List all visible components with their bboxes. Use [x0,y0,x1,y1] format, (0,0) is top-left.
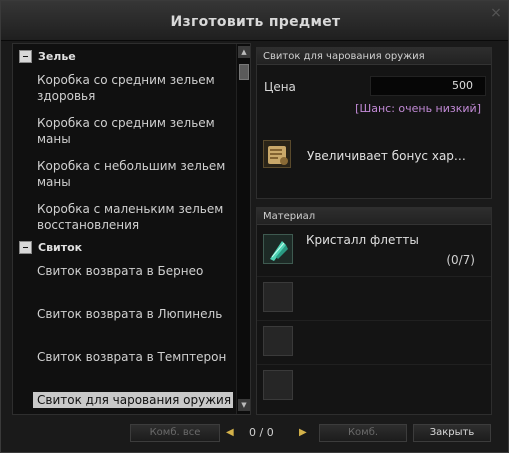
close-button[interactable]: Закрыть [413,424,491,442]
price-label: Цена [264,80,296,94]
success-chance: [Шанс: очень низкий] [355,102,481,115]
empty-material-slot [263,326,293,356]
group-header[interactable]: Зелье [19,48,76,64]
scroll-up-icon[interactable]: ▲ [238,46,250,58]
next-page-icon[interactable]: ▶ [299,428,309,438]
recipe-item[interactable]: Коробка с маленьким зельем восстановлени… [33,201,233,233]
material-count: (0/7) [446,253,475,267]
materials-panel: Материал Кристалл флетты (0/7) [256,207,492,415]
recipe-detail-header: Свиток для чарования оружия [257,48,491,65]
craft-window: Изготовить предмет × Зелье Коробка со сре… [0,0,509,453]
collapse-icon[interactable] [19,240,32,254]
scroll-down-icon[interactable]: ▼ [238,399,250,411]
group-label: Зелье [38,49,76,63]
row-divider [257,320,491,321]
price-value: 500 [370,76,486,96]
recipe-item[interactable]: Свиток возврата в Люпинель [33,306,233,322]
window-title: Изготовить предмет [170,14,341,30]
recipe-item[interactable]: Коробка со средним зельем здоровья [33,72,233,104]
scroll-thumb[interactable] [239,64,249,80]
recipe-list-items: Зелье Коробка со средним зельем здоровья К… [13,44,235,414]
group-label: Свиток [38,240,83,254]
row-divider [257,276,491,277]
group-header[interactable]: Свиток [19,239,82,255]
combine-button[interactable]: Комб. [319,424,407,442]
prev-page-icon[interactable]: ◀ [226,428,236,438]
recipe-item[interactable]: Свиток возврата в Бернео [33,263,233,279]
combine-all-button[interactable]: Комб. все [130,424,220,442]
recipe-detail-panel: Свиток для чарования оружия Цена 500 [Ша… [256,47,492,199]
recipe-list: Зелье Коробка со средним зельем здоровья К… [12,43,251,415]
materials-header: Материал [257,208,491,225]
recipe-item[interactable]: Коробка с небольшим зельем маны [33,158,233,190]
collapse-icon[interactable] [19,49,32,63]
material-name: Кристалл флетты [306,233,419,247]
recipe-item[interactable]: Свиток для чарования оружия [33,392,233,408]
page-indicator: 0 / 0 [249,426,274,439]
empty-material-slot [263,282,293,312]
crystal-icon[interactable] [263,234,293,264]
row-divider [257,364,491,365]
title-bar[interactable]: Изготовить предмет × [1,1,508,41]
scroll-icon[interactable] [263,140,291,168]
effect-text: Увеличивает бонус хар… [307,149,466,163]
recipe-item[interactable]: Коробка со средним зельем маны [33,115,233,147]
recipe-item[interactable]: Свиток возврата в Темптерон [33,349,233,365]
scrollbar[interactable]: ▲ ▼ [236,44,250,414]
empty-material-slot [263,370,293,400]
close-icon[interactable]: × [488,5,504,21]
